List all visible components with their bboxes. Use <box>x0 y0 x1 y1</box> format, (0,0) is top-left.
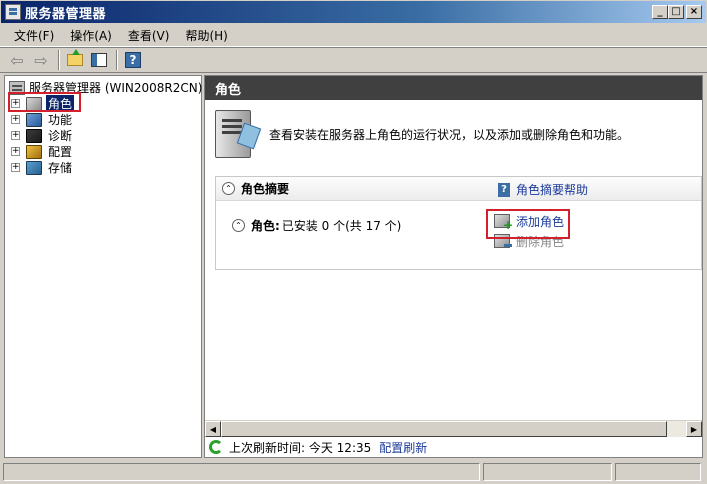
roles-summary-section: ⌃ 角色摘要 ? 角色摘要帮助 ⌃ 角色: 已安装 0 个(共 17 个) 添加… <box>215 176 702 270</box>
help-icon: ? <box>498 182 510 197</box>
console-tree: 服务器管理器 (WIN2008R2CN) + 角色 + 功能 + 诊断 + 配置… <box>4 75 202 458</box>
roles-server-icon <box>215 110 251 158</box>
scrollbar-thumb[interactable] <box>221 421 667 437</box>
horizontal-scrollbar[interactable]: ◀ ▶ <box>205 420 702 437</box>
tree-item-diagnostics[interactable]: + 诊断 <box>11 127 74 144</box>
last-refresh-text: 上次刷新时间: 今天 12:35 <box>229 440 372 455</box>
expand-icon[interactable]: + <box>11 131 20 140</box>
menu-view[interactable]: 查看(V) <box>120 27 178 44</box>
tree-item-label: 配置 <box>48 145 73 159</box>
configuration-icon <box>26 144 42 159</box>
refresh-status: 上次刷新时间: 今天 12:35 配置刷新 <box>205 437 702 457</box>
status-panel <box>3 463 480 481</box>
toolbar-separator <box>116 50 118 70</box>
menu-action[interactable]: 操作(A) <box>62 27 120 44</box>
expand-icon[interactable]: + <box>11 147 20 156</box>
roles-status: 已安装 0 个(共 17 个) <box>281 219 402 233</box>
maximize-button[interactable]: □ <box>668 5 684 19</box>
server-manager-icon <box>5 4 21 20</box>
storage-icon <box>26 160 42 175</box>
console-tree-icon <box>91 53 107 67</box>
up-one-level-button[interactable] <box>64 49 86 71</box>
tree-item-storage[interactable]: + 存储 <box>11 159 74 176</box>
tree-item-configuration[interactable]: + 配置 <box>11 143 74 160</box>
toolbar: ⇦ ⇨ ? <box>0 47 707 73</box>
back-arrow-icon[interactable]: ⇦ <box>6 49 28 71</box>
refresh-icon <box>209 440 223 454</box>
collapse-icon[interactable]: ⌃ <box>222 182 235 195</box>
tree-item-features[interactable]: + 功能 <box>11 111 74 128</box>
menu-bar: 文件(F) 操作(A) 查看(V) 帮助(H) <box>0 25 707 47</box>
close-button[interactable]: × <box>686 5 702 19</box>
title-bar: 服务器管理器 _ □ × <box>0 0 707 24</box>
tree-item-label: 诊断 <box>48 129 73 143</box>
show-hide-console-tree-button[interactable] <box>88 49 110 71</box>
help-button[interactable]: ? <box>122 49 144 71</box>
status-panel <box>482 463 613 481</box>
roles-status-line: ⌃ 角色: 已安装 0 个(共 17 个) <box>232 217 401 234</box>
menu-help[interactable]: 帮助(H) <box>177 27 235 44</box>
forward-arrow-icon[interactable]: ⇨ <box>30 49 52 71</box>
collapse-icon[interactable]: ⌃ <box>232 219 245 232</box>
tree-item-label: 存储 <box>48 161 73 175</box>
roles-summary-help-link[interactable]: ? 角色摘要帮助 <box>498 181 588 198</box>
details-pane: 角色 查看安装在服务器上角色的运行状况，以及添加或删除角色和功能。 ⌃ 角色摘要… <box>204 75 703 458</box>
page-title: 角色 <box>205 76 702 100</box>
scroll-right-icon[interactable]: ▶ <box>686 421 702 437</box>
help-link-label: 角色摘要帮助 <box>516 183 589 197</box>
features-icon <box>26 112 42 127</box>
expand-icon[interactable]: + <box>11 163 20 172</box>
minimize-button[interactable]: _ <box>652 5 668 19</box>
roles-summary-header[interactable]: ⌃ 角色摘要 ? 角色摘要帮助 <box>216 177 701 201</box>
scrollbar-track[interactable] <box>667 421 686 437</box>
configure-refresh-link[interactable]: 配置刷新 <box>379 439 427 456</box>
help-icon: ? <box>125 52 141 68</box>
folder-up-icon <box>67 49 83 66</box>
expand-icon[interactable]: + <box>11 115 20 124</box>
window-title: 服务器管理器 <box>25 6 107 22</box>
window-buttons: _ □ × <box>652 5 702 19</box>
highlight-box-roles <box>8 92 81 112</box>
roles-summary-title: 角色摘要 <box>241 182 290 196</box>
intro-text: 查看安装在服务器上角色的运行状况，以及添加或删除角色和功能。 <box>269 127 630 142</box>
menu-file[interactable]: 文件(F) <box>6 27 62 44</box>
diagnostics-icon <box>26 128 42 143</box>
intro-section: 查看安装在服务器上角色的运行状况，以及添加或删除角色和功能。 <box>215 108 695 160</box>
roles-label: 角色: <box>251 219 280 233</box>
status-panel <box>615 463 701 481</box>
scroll-left-icon[interactable]: ◀ <box>205 421 221 437</box>
tree-item-label: 功能 <box>48 113 73 127</box>
status-bar <box>0 460 707 484</box>
toolbar-separator <box>58 50 60 70</box>
highlight-box-add-roles <box>486 209 570 239</box>
